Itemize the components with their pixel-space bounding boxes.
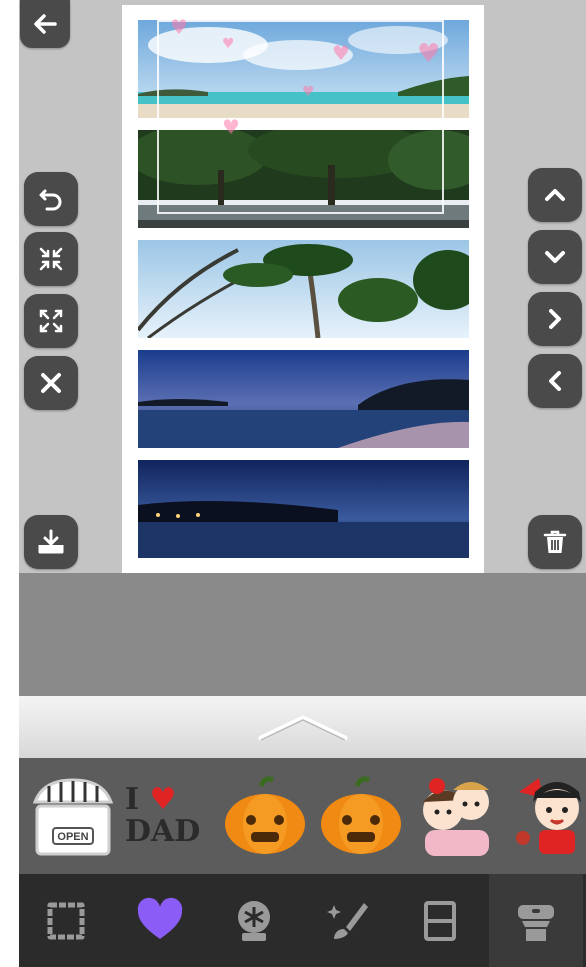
save-button[interactable] (24, 515, 78, 569)
shrink-icon (39, 247, 63, 271)
shrink-button[interactable] (24, 232, 78, 286)
heart-sticker-icon[interactable]: ♥ (332, 43, 350, 63)
download-icon (38, 529, 64, 554)
pumpkin-icon (225, 776, 305, 854)
red-heart-icon: ♥ (149, 782, 177, 817)
move-up-button[interactable] (528, 168, 582, 222)
palm-photo-image (138, 240, 469, 338)
chevron-up-icon (258, 715, 347, 741)
night-shore-photo-image (138, 460, 469, 558)
photo-dusk-bay[interactable] (138, 350, 469, 448)
shop-awning-icon: OPEN (32, 778, 114, 856)
arrow-left-icon (34, 14, 57, 34)
delete-layer-button[interactable] (24, 356, 78, 410)
chevron-left-icon (549, 371, 561, 391)
heart-icon (137, 897, 183, 939)
tab-stamp[interactable] (489, 874, 583, 967)
stamp-icon (518, 904, 554, 941)
dad-i-text: I (125, 782, 140, 817)
brush-sparkle-icon (327, 902, 368, 939)
trash-button[interactable] (528, 515, 582, 569)
sticker-pumpkin-2[interactable] (317, 772, 405, 860)
chevron-right-icon (549, 309, 561, 329)
undo-icon (39, 189, 62, 211)
app-root: ♥ ♥ ♥ ♥ ♥ ♥ OPEN I ♥ DAD (19, 0, 586, 967)
layout-icon (424, 900, 456, 941)
snowglobe-icon (238, 900, 270, 941)
move-right-button[interactable] (528, 292, 582, 346)
sticker-panel-toggle[interactable] (19, 696, 586, 758)
empty-workspace (19, 573, 586, 696)
sticker-i-love-dad[interactable]: I ♥ DAD (125, 772, 213, 860)
heart-sticker-icon[interactable]: ♥ (222, 37, 235, 51)
cartoon-kids-icon (423, 778, 489, 856)
sticker-cartoon-kids[interactable] (413, 772, 501, 860)
tab-layout[interactable] (395, 874, 489, 967)
cartoon-girl-icon (516, 778, 581, 854)
photo-night-shore[interactable] (138, 460, 469, 558)
tab-brush[interactable] (301, 874, 395, 967)
chevron-down-icon (545, 251, 565, 263)
sticker-strip: OPEN I ♥ DAD (19, 758, 586, 874)
pumpkin-icon (321, 776, 401, 854)
tab-stickers[interactable] (113, 874, 207, 967)
back-button[interactable] (20, 0, 70, 48)
frame-icon (47, 902, 85, 939)
heart-sticker-icon[interactable]: ♥ (170, 17, 188, 37)
heart-sticker-icon[interactable]: ♥ (222, 117, 240, 137)
collage-canvas-area: ♥ ♥ ♥ ♥ ♥ ♥ (19, 0, 586, 573)
sticker-shop-open[interactable]: OPEN (29, 772, 117, 860)
move-left-button[interactable] (528, 354, 582, 408)
photo-collage[interactable]: ♥ ♥ ♥ ♥ ♥ ♥ (122, 5, 484, 573)
forest-photo-image (138, 130, 469, 228)
close-icon (41, 373, 61, 393)
dad-text: DAD (125, 814, 201, 849)
sticker-pumpkin-1[interactable] (221, 772, 309, 860)
expand-button[interactable] (24, 294, 78, 348)
i-love-dad-icon: I ♥ DAD (125, 784, 213, 848)
expand-icon (39, 309, 63, 333)
dusk-bay-photo-image (138, 350, 469, 448)
tab-frames[interactable] (19, 874, 113, 967)
move-down-button[interactable] (528, 230, 582, 284)
photo-palm-trees[interactable] (138, 240, 469, 338)
undo-button[interactable] (24, 172, 78, 226)
photo-forest-trees[interactable] (138, 130, 469, 228)
heart-sticker-icon[interactable]: ♥ (417, 41, 440, 67)
tab-effects[interactable] (207, 874, 301, 967)
open-sign-text: OPEN (57, 831, 88, 843)
trash-icon (543, 530, 567, 553)
chevron-up-icon (545, 189, 565, 201)
bottom-tab-bar (19, 874, 586, 967)
sticker-cartoon-girl[interactable] (509, 772, 586, 860)
heart-sticker-icon[interactable]: ♥ (302, 85, 315, 99)
